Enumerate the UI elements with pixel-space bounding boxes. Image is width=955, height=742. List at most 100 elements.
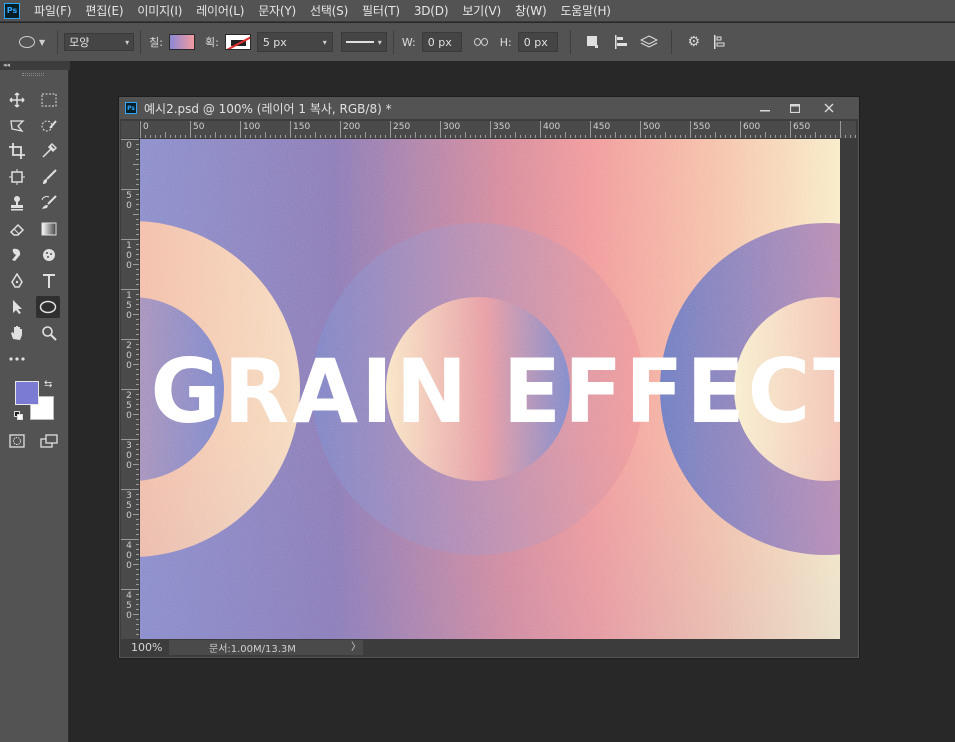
close-button[interactable]: [813, 97, 845, 119]
move-tool-icon[interactable]: [5, 89, 29, 111]
divider: [57, 30, 59, 54]
shape-mode-value: 모양: [69, 36, 90, 49]
ruler-h-label: 450: [593, 122, 611, 132]
menu-layer[interactable]: 레이어(L): [196, 2, 244, 19]
maximize-button[interactable]: [779, 97, 811, 119]
menu-help[interactable]: 도움말(H): [560, 2, 611, 19]
screen-mode-icon[interactable]: [37, 430, 61, 452]
hand-tool-icon[interactable]: [5, 322, 29, 344]
height-field[interactable]: 0 px: [517, 32, 558, 52]
status-menu-arrow[interactable]: 〉: [349, 640, 363, 655]
ruler-h-label: 0: [143, 122, 149, 132]
canvas-headline: GRAIN EFFECT: [150, 340, 841, 443]
width-label: W:: [401, 35, 416, 49]
chevron-down-icon: ▾: [125, 37, 130, 47]
stroke-width-field[interactable]: 5 px ▾: [256, 32, 333, 52]
foreground-color-swatch[interactable]: [15, 381, 39, 405]
ruler-h-label: 100: [243, 122, 261, 132]
vertical-ruler[interactable]: 0 50 100 150 200 250 300 350 400 450: [121, 139, 139, 639]
height-value: 0 px: [523, 35, 548, 49]
divider: [670, 30, 672, 54]
ruler-v-label: 150: [126, 291, 132, 321]
history-brush-tool-icon[interactable]: [37, 192, 61, 214]
menu-file[interactable]: 파일(F): [34, 2, 72, 19]
menu-view[interactable]: 보기(V): [462, 2, 501, 19]
document-title-bar[interactable]: Ps 예시2.psd @ 100% (레이어 1 복사, RGB/8) *: [119, 97, 859, 119]
brush-tool-icon[interactable]: [37, 166, 61, 188]
clone-stamp-tool-icon[interactable]: [5, 192, 29, 214]
menu-select[interactable]: 선택(S): [310, 2, 348, 19]
ruler-v-label: 350: [126, 491, 132, 521]
menu-bar: Ps 파일(F) 편집(E) 이미지(I) 레이어(L) 문자(Y) 선택(S)…: [0, 0, 955, 22]
ruler-v-label: 250: [126, 391, 132, 421]
path-operations-icon[interactable]: [581, 35, 605, 49]
ruler-h-label: 50: [193, 122, 205, 132]
more-tools-icon[interactable]: [5, 348, 29, 370]
fill-swatch[interactable]: [168, 34, 195, 50]
menu-edit[interactable]: 편집(E): [85, 2, 123, 19]
stroke-swatch[interactable]: [224, 34, 251, 50]
ruler-h-label: 150: [293, 122, 311, 132]
ruler-h-label: 550: [693, 122, 711, 132]
shape-mode-select[interactable]: 모양 ▾: [64, 33, 135, 51]
crop-tool-icon[interactable]: [5, 140, 29, 162]
divider: [140, 30, 142, 54]
ruler-v-label: 300: [126, 441, 132, 471]
document-canvas[interactable]: GRAIN EFFECT: [140, 139, 840, 639]
gradient-tool-icon[interactable]: [37, 218, 61, 240]
chevron-down-icon: ▾: [377, 37, 382, 47]
tools-panel: ⇆: [0, 70, 69, 742]
gear-icon[interactable]: ⚙: [682, 34, 706, 50]
type-tool-icon[interactable]: [37, 270, 61, 292]
photoshop-logo-icon[interactable]: Ps: [4, 2, 20, 19]
pen-tool-icon[interactable]: [5, 270, 29, 292]
menu-filter[interactable]: 필터(T): [362, 2, 400, 19]
eraser-tool-icon[interactable]: [5, 218, 29, 240]
width-field[interactable]: 0 px: [421, 32, 462, 52]
divider: [392, 30, 394, 54]
stroke-type-select[interactable]: ▾: [340, 32, 387, 52]
eyedropper-tool-icon[interactable]: [37, 140, 61, 162]
ellipse-tool-icon: [19, 36, 35, 48]
menu-3d[interactable]: 3D(D): [414, 4, 449, 18]
path-selection-tool-icon[interactable]: [5, 296, 29, 318]
lasso-tool-icon[interactable]: [5, 115, 29, 137]
fill-label: 칠:: [149, 36, 163, 49]
zoom-tool-icon[interactable]: [37, 322, 61, 344]
path-alignment-icon[interactable]: [609, 35, 633, 49]
panel-collapse-button[interactable]: ◂◂: [0, 61, 70, 70]
align-edges-icon[interactable]: [708, 35, 732, 49]
menu-type[interactable]: 문자(Y): [258, 2, 296, 19]
ruler-h-label: 300: [443, 122, 461, 132]
ruler-v-label: 200: [126, 341, 132, 371]
ruler-origin[interactable]: [121, 121, 139, 138]
menu-image[interactable]: 이미지(I): [137, 2, 182, 19]
quick-mask-icon[interactable]: [5, 430, 29, 452]
default-colors-icon[interactable]: [14, 411, 24, 421]
menu-window[interactable]: 창(W): [515, 2, 547, 19]
swap-colors-icon[interactable]: ⇆: [44, 379, 52, 390]
path-arrangement-icon[interactable]: [637, 35, 661, 49]
height-label: H:: [499, 35, 512, 49]
smudge-tool-icon[interactable]: [5, 244, 29, 266]
vertical-scrollbar[interactable]: [840, 139, 856, 639]
tool-preset-picker[interactable]: ▼: [0, 36, 45, 48]
ruler-h-label: 350: [493, 122, 511, 132]
marquee-tool-icon[interactable]: [37, 89, 61, 111]
divider: [569, 30, 571, 54]
chevron-down-icon: ▼: [39, 37, 46, 47]
ruler-h-label: 200: [343, 122, 361, 132]
link-icon[interactable]: [472, 38, 490, 46]
zoom-level[interactable]: 100%: [121, 641, 169, 654]
ruler-v-label: 0: [126, 141, 132, 151]
panel-grip[interactable]: [22, 73, 44, 76]
frame-tool-icon[interactable]: [5, 166, 29, 188]
ellipse-tool-icon[interactable]: [36, 296, 60, 318]
ruler-h-label: 650: [793, 122, 811, 132]
document-size-info[interactable]: 문서:1.00M/13.3M: [169, 640, 349, 655]
quick-selection-tool-icon[interactable]: [37, 115, 61, 137]
horizontal-ruler[interactable]: 0 50 100 150 200 250 300 350 400 450 500 550 600 650: [140, 121, 856, 138]
minimize-button[interactable]: [749, 97, 781, 119]
ruler-h-label: 250: [393, 122, 411, 132]
sponge-tool-icon[interactable]: [37, 244, 61, 266]
